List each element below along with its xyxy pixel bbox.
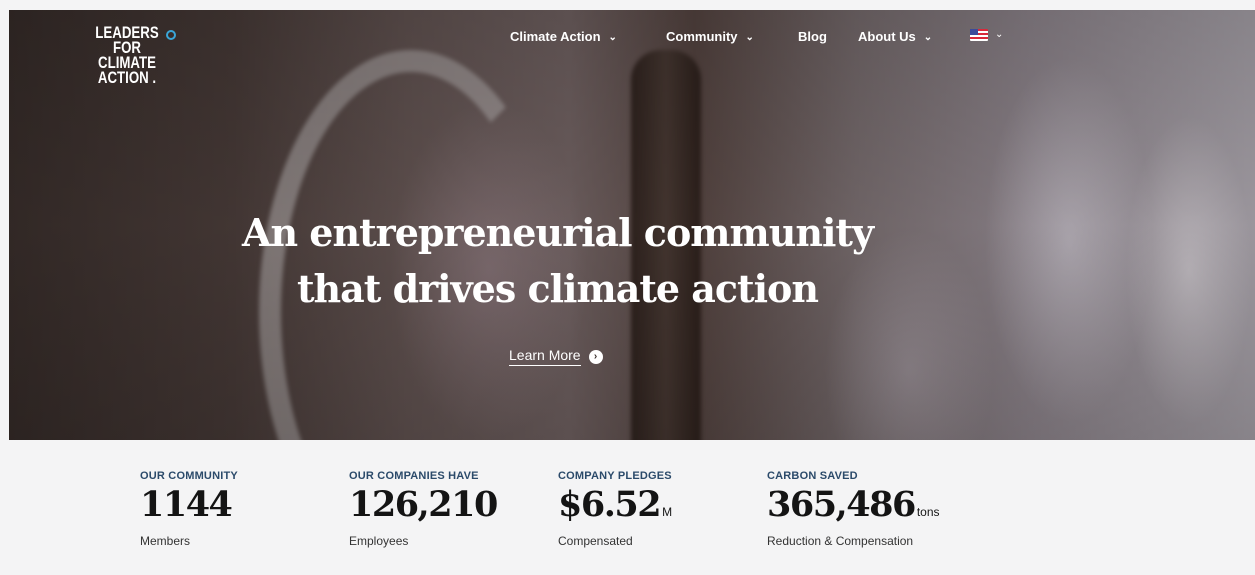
stat-number: 1144	[140, 484, 233, 525]
stat-label: CARBON SAVED	[767, 470, 858, 482]
stat-label: COMPANY PLEDGES	[558, 470, 672, 482]
learn-more-label: Learn More	[509, 347, 581, 366]
stat-number: $6.52	[558, 484, 662, 525]
nav-item-climate-action[interactable]: Climate Action ⌄	[510, 29, 617, 44]
hero-headline: An entrepreneurial community that drives…	[0, 205, 1115, 317]
nav-item-label: About Us	[858, 29, 916, 44]
learn-more-link[interactable]: Learn More ›	[509, 347, 603, 366]
nav-item-label: Community	[666, 29, 738, 44]
stat-value: 365,486 tons	[767, 484, 940, 533]
headline-line: that drives climate action	[296, 266, 819, 311]
stat-companies: OUR COMPANIES HAVE 126,210 Employees	[349, 470, 499, 548]
stat-value: $6.52 M	[558, 484, 672, 533]
stats-section: OUR COMMUNITY 1144 Members OUR COMPANIES…	[0, 470, 1255, 575]
stat-caption: Reduction & Compensation	[767, 534, 914, 548]
stat-label: OUR COMPANIES HAVE	[349, 470, 479, 482]
stat-pledges: COMPANY PLEDGES $6.52 M Compensated	[558, 470, 672, 548]
stat-unit: tons	[916, 505, 940, 519]
nav-item-blog[interactable]: Blog	[798, 29, 827, 44]
stat-number: 365,486	[767, 484, 916, 525]
stat-caption: Employees	[349, 534, 409, 548]
chevron-down-icon: ⌄	[923, 32, 933, 43]
chevron-down-icon: ⌄	[608, 32, 617, 43]
nav-item-community[interactable]: Community ⌄	[666, 29, 754, 44]
nav-item-label: Climate Action	[510, 29, 601, 44]
stat-caption: Compensated	[558, 534, 633, 548]
nav-item-label: Blog	[798, 29, 827, 44]
stat-number: 126,210	[349, 484, 498, 525]
stat-caption: Members	[140, 534, 191, 548]
logo-line: ACTION .	[97, 68, 157, 87]
chevron-down-icon: ⌄	[745, 32, 754, 43]
us-flag-icon[interactable]	[970, 29, 988, 41]
stat-unit: M	[662, 505, 673, 519]
stat-carbon-saved: CARBON SAVED 365,486 tons Reduction & Com…	[767, 470, 940, 548]
site-logo[interactable]: LEADERS FOR CLIMATE ACTION .	[88, 24, 166, 87]
chevron-down-icon[interactable]: ⌄	[995, 29, 1003, 40]
arrow-circle-icon: ›	[588, 350, 603, 364]
stat-value: 1144	[140, 484, 238, 533]
headline-line: An entrepreneurial community	[241, 210, 874, 255]
stat-community: OUR COMMUNITY 1144 Members	[140, 470, 238, 548]
logo-circle-icon	[166, 30, 176, 40]
nav-item-about-us[interactable]: About Us ⌄	[858, 29, 932, 44]
stat-label: OUR COMMUNITY	[140, 470, 238, 482]
stat-value: 126,210	[349, 484, 499, 533]
